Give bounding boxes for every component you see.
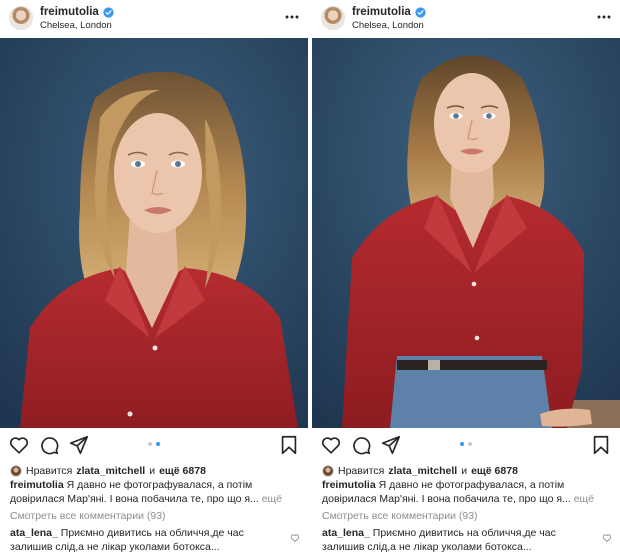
- liker-username[interactable]: zlata_mitchell: [76, 465, 145, 477]
- username-row: freimutolia: [352, 6, 426, 18]
- caption: freimutolia Я давно не фотографувалася, …: [322, 479, 610, 506]
- caption-more-link[interactable]: ещё: [574, 493, 594, 505]
- likes-joiner: и: [149, 465, 156, 477]
- location[interactable]: Chelsea, London: [40, 20, 112, 31]
- avatar[interactable]: [321, 6, 345, 30]
- view-all-comments-link[interactable]: Смотреть все комментарии (93): [322, 510, 478, 522]
- carousel-indicator: [312, 442, 620, 446]
- username-row: freimutolia: [40, 6, 114, 18]
- comment-like-icon[interactable]: [290, 533, 300, 543]
- instagram-post-2: freimutolia Chelsea, London Нравится zla…: [312, 0, 620, 554]
- likes-prefix: Нравится: [26, 465, 73, 477]
- comment-username[interactable]: ata_lena_: [10, 527, 58, 539]
- more-options-icon[interactable]: [284, 9, 300, 25]
- carousel-indicator: [0, 442, 308, 446]
- liker-username[interactable]: zlata_mitchell: [388, 465, 457, 477]
- more-options-icon[interactable]: [596, 9, 612, 25]
- likes-summary[interactable]: Нравится zlata_mitchell и ещё 6878: [10, 465, 206, 477]
- avatar[interactable]: [9, 6, 33, 30]
- likes-summary[interactable]: Нравится zlata_mitchell и ещё 6878: [322, 465, 518, 477]
- comment-username[interactable]: ata_lena_: [322, 527, 370, 539]
- comment: ata_lena_ Приємно дивитись на обличчя,де…: [10, 527, 284, 554]
- caption: freimutolia Я давно не фотографувалася, …: [10, 479, 298, 506]
- carousel-dot: [468, 442, 472, 446]
- likes-prefix: Нравится: [338, 465, 385, 477]
- portrait-photo-image: [0, 38, 308, 428]
- comment-like-icon[interactable]: [602, 533, 612, 543]
- caption-more-link[interactable]: ещё: [262, 493, 282, 505]
- post-actions: [312, 434, 620, 458]
- username[interactable]: freimutolia: [352, 6, 411, 18]
- post-photo[interactable]: [312, 38, 620, 428]
- likes-joiner: и: [461, 465, 468, 477]
- carousel-dot-active: [460, 442, 464, 446]
- post-header: freimutolia Chelsea, London: [312, 0, 620, 38]
- post-photo[interactable]: [0, 38, 308, 428]
- caption-username[interactable]: freimutolia: [322, 479, 376, 491]
- view-all-comments-link[interactable]: Смотреть все комментарии (93): [10, 510, 166, 522]
- instagram-post-1: freimutolia Chelsea, London Нравится zla…: [0, 0, 308, 554]
- carousel-dot-active: [156, 442, 160, 446]
- liker-avatar: [322, 465, 334, 477]
- liker-avatar: [10, 465, 22, 477]
- caption-username[interactable]: freimutolia: [10, 479, 64, 491]
- portrait-photo-image: [312, 38, 620, 428]
- location[interactable]: Chelsea, London: [352, 20, 424, 31]
- username[interactable]: freimutolia: [40, 6, 99, 18]
- likes-count[interactable]: ещё 6878: [159, 465, 206, 477]
- verified-badge-icon: [415, 6, 426, 18]
- verified-badge-icon: [103, 6, 114, 18]
- carousel-dot: [148, 442, 152, 446]
- post-actions: [0, 434, 308, 458]
- comment: ata_lena_ Приємно дивитись на обличчя,де…: [322, 527, 596, 554]
- post-header: freimutolia Chelsea, London: [0, 0, 308, 38]
- likes-count[interactable]: ещё 6878: [471, 465, 518, 477]
